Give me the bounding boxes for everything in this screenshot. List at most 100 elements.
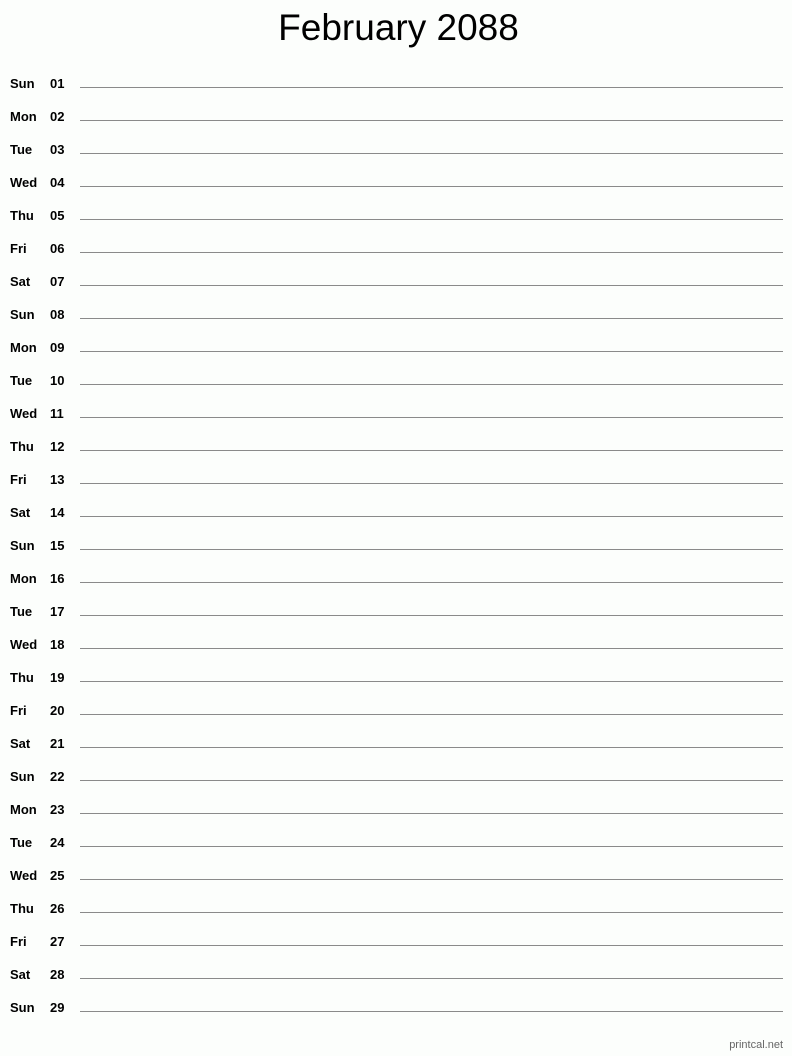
day-of-week: Sat — [10, 505, 31, 520]
day-of-week: Mon — [10, 109, 37, 124]
day-row: Thu 12 — [0, 430, 792, 463]
day-of-week: Mon — [10, 802, 37, 817]
writing-line — [80, 879, 783, 880]
writing-line — [80, 549, 783, 550]
page-title: February 2088 — [278, 7, 519, 48]
day-of-week: Fri — [10, 703, 27, 718]
day-row: Tue 17 — [0, 595, 792, 628]
day-of-week: Sat — [10, 967, 31, 982]
writing-line — [80, 945, 783, 946]
day-number: 05 — [50, 208, 65, 223]
writing-line — [80, 813, 783, 814]
day-number: 15 — [50, 538, 65, 553]
day-of-week: Tue — [10, 142, 33, 157]
day-of-week: Thu — [10, 439, 34, 454]
day-of-week: Sun — [10, 769, 35, 784]
day-of-week: Fri — [10, 241, 27, 256]
day-of-week: Sun — [10, 307, 35, 322]
day-number: 27 — [50, 934, 65, 949]
writing-line — [80, 714, 783, 715]
day-of-week: Mon — [10, 340, 37, 355]
writing-line — [80, 219, 783, 220]
day-of-week: Wed — [10, 175, 38, 190]
day-number: 18 — [50, 637, 65, 652]
day-row: Sun 15 — [0, 529, 792, 562]
day-of-week: Sat — [10, 274, 31, 289]
day-row: Thu 05 — [0, 199, 792, 232]
day-number: 28 — [50, 967, 65, 982]
day-of-week: Fri — [10, 934, 27, 949]
day-row: Wed 25 — [0, 859, 792, 892]
day-number: 25 — [50, 868, 65, 883]
day-number: 19 — [50, 670, 65, 685]
writing-line — [80, 582, 783, 583]
writing-line — [80, 153, 783, 154]
day-row: Sun 08 — [0, 298, 792, 331]
footer-credit: printcal.net — [729, 1039, 783, 1051]
writing-line — [80, 516, 783, 517]
day-number: 16 — [50, 571, 65, 586]
day-of-week: Wed — [10, 406, 38, 421]
writing-line — [80, 120, 783, 121]
day-number: 09 — [50, 340, 65, 355]
day-row: Mon 02 — [0, 100, 792, 133]
writing-line — [80, 417, 783, 418]
day-number: 07 — [50, 274, 65, 289]
day-of-week: Wed — [10, 637, 38, 652]
day-row: Sun 29 — [0, 991, 792, 1024]
day-row: Fri 06 — [0, 232, 792, 265]
day-row: Sat 07 — [0, 265, 792, 298]
day-row: Mon 23 — [0, 793, 792, 826]
day-number: 10 — [50, 373, 65, 388]
day-row: Wed 18 — [0, 628, 792, 661]
day-of-week: Tue — [10, 835, 33, 850]
day-of-week: Thu — [10, 901, 34, 916]
day-row: Sun 01 — [0, 67, 792, 100]
day-row: Fri 13 — [0, 463, 792, 496]
day-number: 14 — [50, 505, 65, 520]
day-row: Wed 11 — [0, 397, 792, 430]
day-row: Sun 22 — [0, 760, 792, 793]
day-row: Thu 26 — [0, 892, 792, 925]
day-number: 02 — [50, 109, 65, 124]
day-row: Sat 28 — [0, 958, 792, 991]
writing-line — [80, 648, 783, 649]
day-of-week: Tue — [10, 604, 33, 619]
day-row: Fri 20 — [0, 694, 792, 727]
day-number: 12 — [50, 439, 65, 454]
day-number: 03 — [50, 142, 65, 157]
day-number: 26 — [50, 901, 65, 916]
writing-line — [80, 978, 783, 979]
day-number: 17 — [50, 604, 65, 619]
day-of-week: Tue — [10, 373, 33, 388]
day-row: Tue 03 — [0, 133, 792, 166]
writing-line — [80, 186, 783, 187]
day-of-week: Thu — [10, 208, 34, 223]
day-row: Thu 19 — [0, 661, 792, 694]
writing-line — [80, 747, 783, 748]
writing-line — [80, 846, 783, 847]
day-row: Tue 10 — [0, 364, 792, 397]
writing-line — [80, 318, 783, 319]
writing-line — [80, 252, 783, 253]
writing-line — [80, 1011, 783, 1012]
writing-line — [80, 351, 783, 352]
day-number: 04 — [50, 175, 65, 190]
day-number: 08 — [50, 307, 65, 322]
day-row: Fri 27 — [0, 925, 792, 958]
day-of-week: Sun — [10, 538, 35, 553]
day-row: Mon 09 — [0, 331, 792, 364]
writing-line — [80, 780, 783, 781]
day-row: Tue 24 — [0, 826, 792, 859]
day-of-week: Sun — [10, 76, 35, 91]
day-number: 21 — [50, 736, 65, 751]
day-number: 01 — [50, 76, 65, 91]
day-number: 29 — [50, 1000, 65, 1015]
day-number: 22 — [50, 769, 65, 784]
day-row: Mon 16 — [0, 562, 792, 595]
writing-line — [80, 681, 783, 682]
day-row: Sat 14 — [0, 496, 792, 529]
writing-line — [80, 450, 783, 451]
day-of-week: Thu — [10, 670, 34, 685]
day-number: 24 — [50, 835, 65, 850]
